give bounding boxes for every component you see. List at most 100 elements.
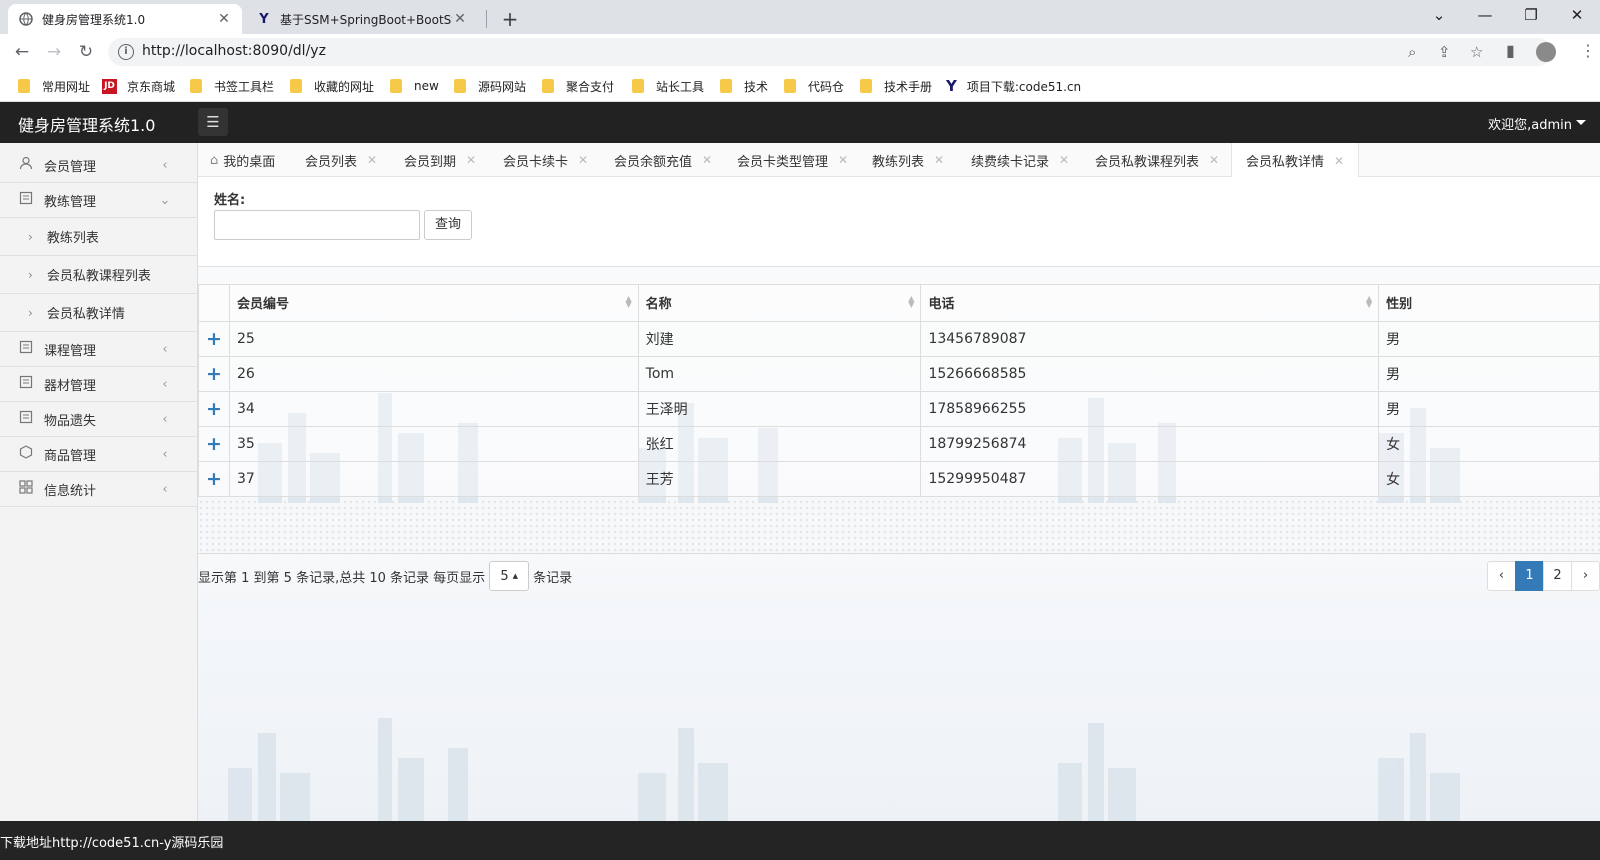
close-icon[interactable]: ✕ bbox=[838, 153, 848, 167]
sort-icon[interactable]: ▲ ▼ bbox=[908, 295, 914, 309]
menu-toggle-button[interactable]: ☰ bbox=[198, 108, 228, 136]
new-tab-button[interactable]: + bbox=[497, 6, 523, 32]
tab-private-course-list[interactable]: 会员私教课程列表 ✕ bbox=[1095, 143, 1219, 177]
bookmark-item[interactable]: 收藏的网址 bbox=[290, 76, 374, 96]
search-panel: 姓名: 查询 bbox=[198, 177, 1600, 267]
caret-down-icon[interactable] bbox=[1576, 120, 1586, 125]
folder-icon bbox=[632, 79, 644, 93]
table-row[interactable]: + 37 王芳 15299950487 女 bbox=[198, 461, 1600, 497]
expand-row-icon[interactable]: + bbox=[198, 461, 230, 497]
bookmark-item[interactable]: JD 京东商城 bbox=[102, 76, 175, 96]
bookmark-item[interactable]: 源码网站 bbox=[454, 76, 526, 96]
tab-member-list[interactable]: 会员列表 ✕ bbox=[305, 143, 377, 177]
expand-row-icon[interactable]: + bbox=[198, 356, 230, 392]
zoom-icon[interactable]: ⌕ bbox=[1408, 43, 1416, 61]
table-row[interactable]: + 35 张红 18799256874 女 bbox=[198, 426, 1600, 462]
folder-icon bbox=[290, 79, 302, 93]
menu-dots-icon[interactable]: ⋮ bbox=[1580, 41, 1596, 60]
expand-row-icon[interactable]: + bbox=[198, 391, 230, 427]
bookmark-item[interactable]: 书签工具栏 bbox=[190, 76, 274, 96]
reload-button[interactable]: ↻ bbox=[74, 40, 98, 64]
sidebar-item-label: 器材管理 bbox=[44, 378, 97, 394]
tab-card-renew[interactable]: 会员卡续卡 ✕ bbox=[503, 143, 588, 177]
close-icon[interactable]: ✕ bbox=[1334, 154, 1344, 168]
table-row[interactable]: + 25 刘建 13456789087 男 bbox=[198, 321, 1600, 357]
column-header-phone[interactable]: 电话 ▲ ▼ bbox=[920, 285, 1380, 322]
forward-button[interactable]: → bbox=[42, 40, 66, 64]
prev-page-button[interactable]: ‹ bbox=[1487, 561, 1516, 591]
bookmark-item[interactable]: 聚合支付 bbox=[542, 76, 614, 96]
close-icon[interactable]: ✕ bbox=[216, 11, 232, 27]
close-icon[interactable]: ✕ bbox=[452, 11, 468, 27]
star-icon[interactable]: ☆ bbox=[1470, 43, 1483, 61]
column-header-name[interactable]: 名称 ▲ ▼ bbox=[637, 285, 922, 322]
close-icon[interactable]: ✕ bbox=[578, 153, 588, 167]
page-button-1[interactable]: 1 bbox=[1515, 561, 1544, 591]
cell-member-id: 26 bbox=[228, 356, 639, 392]
bookmark-item[interactable]: Y 项目下载:code51.cn bbox=[946, 76, 1081, 96]
page-size-select[interactable]: 5 ▲ bbox=[489, 561, 530, 591]
tab-separator bbox=[486, 10, 487, 28]
column-header-member-id[interactable]: 会员编号 ▲ ▼ bbox=[228, 285, 639, 322]
table-row[interactable]: + 34 王泽明 17858966255 男 bbox=[198, 391, 1600, 427]
info-icon[interactable]: i bbox=[118, 44, 134, 60]
cell-name: 张红 bbox=[637, 426, 922, 462]
column-header-gender[interactable]: 性别 bbox=[1378, 285, 1600, 322]
window-close-button[interactable]: ✕ bbox=[1554, 0, 1600, 30]
bookmark-item[interactable]: 技术 bbox=[720, 76, 768, 96]
tab-desktop[interactable]: ⌂ 我的桌面 bbox=[210, 143, 275, 177]
sidebar-item-label: 课程管理 bbox=[44, 343, 97, 359]
browser-tab-2[interactable]: Y 基于SSM+SpringBoot+BootSt ✕ bbox=[246, 4, 478, 34]
name-search-input[interactable] bbox=[214, 210, 420, 240]
table-row[interactable]: + 26 Tom 15266668585 男 bbox=[198, 356, 1600, 392]
browser-tab-1[interactable]: 健身房管理系统1.0 ✕ bbox=[8, 4, 242, 34]
tab-private-detail[interactable]: 会员私教详情 ✕ bbox=[1231, 143, 1360, 178]
bookmark-item[interactable]: 常用网址 bbox=[18, 76, 90, 96]
address-bar[interactable]: i http://localhost:8090/dl/yz ⌕ ⇪ ☆ bbox=[108, 38, 1552, 66]
close-icon[interactable]: ✕ bbox=[1209, 153, 1219, 167]
bookmark-item[interactable]: 技术手册 bbox=[860, 76, 932, 96]
bookmark-item[interactable]: 站长工具 bbox=[632, 76, 704, 96]
back-button[interactable]: ← bbox=[10, 40, 34, 64]
expand-row-icon[interactable]: + bbox=[198, 426, 230, 462]
home-icon: ⌂ bbox=[210, 152, 219, 168]
query-button[interactable]: 查询 bbox=[424, 210, 472, 240]
share-icon[interactable]: ⇪ bbox=[1438, 43, 1451, 61]
sidebar-item-coaches[interactable]: 教练管理 ⌄ bbox=[0, 183, 197, 218]
close-icon[interactable]: ✕ bbox=[466, 153, 476, 167]
sidebar-item-members[interactable]: 会员管理 ‹ bbox=[0, 148, 197, 183]
restore-button[interactable]: ❐ bbox=[1508, 0, 1554, 30]
tab-search-icon[interactable]: ⌄ bbox=[1416, 0, 1462, 30]
tab-member-expiry[interactable]: 会员到期 ✕ bbox=[404, 143, 476, 177]
close-icon[interactable]: ✕ bbox=[934, 153, 944, 167]
bookmark-item[interactable]: 代码仓 bbox=[784, 76, 844, 96]
sidebar-item-statistics[interactable]: 信息统计 ‹ bbox=[0, 472, 197, 507]
sidebar-item-products[interactable]: 商品管理 ‹ bbox=[0, 437, 197, 472]
tab-renew-records[interactable]: 续费续卡记录 ✕ bbox=[971, 143, 1069, 177]
close-icon[interactable]: ✕ bbox=[367, 153, 377, 167]
sort-icon[interactable]: ▲ ▼ bbox=[626, 295, 632, 309]
next-page-button[interactable]: › bbox=[1571, 561, 1600, 591]
jd-logo-icon: JD bbox=[102, 78, 117, 94]
close-icon[interactable]: ✕ bbox=[702, 153, 712, 167]
sidebar-item-courses[interactable]: 课程管理 ‹ bbox=[0, 332, 197, 367]
sidebar-item-equipment[interactable]: 器材管理 ‹ bbox=[0, 367, 197, 402]
expand-row-icon[interactable]: + bbox=[198, 321, 230, 357]
minimize-button[interactable]: — bbox=[1462, 0, 1508, 30]
sidebar-subitem-private-course-list[interactable]: › 会员私教课程列表 bbox=[0, 256, 197, 294]
tab-balance-recharge[interactable]: 会员余额充值 ✕ bbox=[614, 143, 712, 177]
bookmark-item[interactable]: new bbox=[390, 76, 439, 96]
sidebar-item-lost-items[interactable]: 物品遗失 ‹ bbox=[0, 402, 197, 437]
sidebar-subitem-coach-list[interactable]: › 教练列表 bbox=[0, 218, 197, 256]
profile-avatar[interactable] bbox=[1536, 42, 1556, 62]
user-menu[interactable]: 欢迎您,admin bbox=[1488, 114, 1572, 133]
page-button-2[interactable]: 2 bbox=[1543, 561, 1572, 591]
chevron-down-icon: ⌄ bbox=[159, 192, 171, 208]
sort-icon[interactable]: ▲ ▼ bbox=[1366, 295, 1372, 309]
grid-icon bbox=[18, 480, 34, 498]
close-icon[interactable]: ✕ bbox=[1059, 153, 1069, 167]
tab-coach-list[interactable]: 教练列表 ✕ bbox=[872, 143, 944, 177]
side-panel-icon[interactable]: ▮ bbox=[1506, 41, 1515, 60]
sidebar-subitem-private-detail[interactable]: › 会员私教详情 bbox=[0, 294, 197, 332]
tab-card-type[interactable]: 会员卡类型管理 ✕ bbox=[737, 143, 848, 177]
